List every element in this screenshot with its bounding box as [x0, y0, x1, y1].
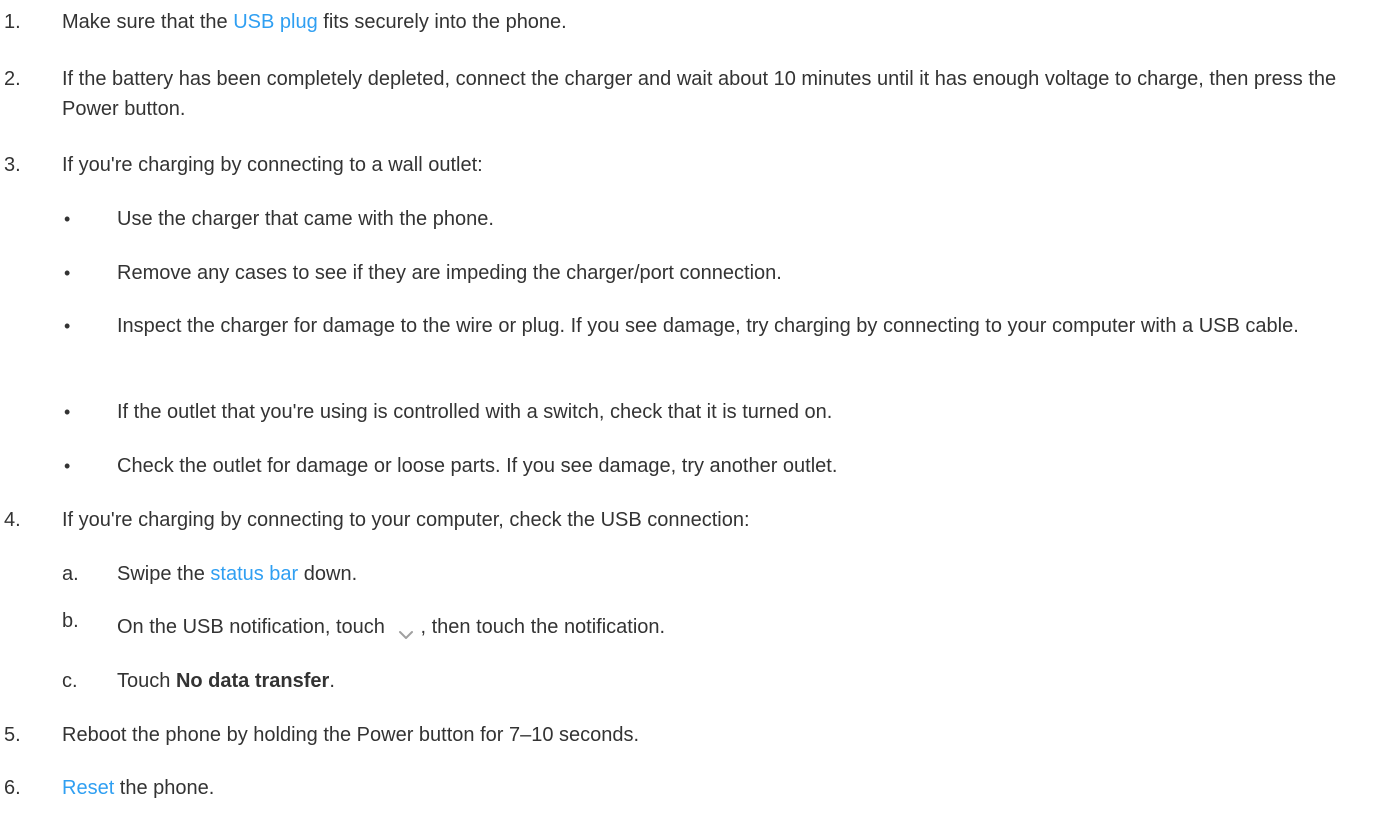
sub-step-letter: a.: [62, 563, 79, 585]
step-text: If the battery has been completely deple…: [62, 68, 1337, 120]
step-number: 1.: [4, 11, 21, 33]
bullet-text: If the outlet that you're using is contr…: [117, 401, 833, 423]
chevron-down-icon: [395, 621, 417, 639]
step-number: 6.: [4, 777, 21, 799]
reset-link[interactable]: Reset: [62, 777, 114, 799]
step-text: If you're charging by connecting to a wa…: [62, 154, 483, 176]
sub-step-letter: b.: [62, 610, 79, 632]
sub-step-text: Touch No data transfer.: [117, 666, 1379, 696]
step-text: Make sure that the USB plug fits securel…: [62, 7, 1377, 37]
bullet-text: Inspect the charger for damage to the wi…: [117, 315, 1299, 337]
status-bar-link[interactable]: status bar: [210, 563, 298, 585]
step-number: 2.: [4, 68, 21, 90]
bullet-icon: •: [64, 456, 71, 476]
step-number: 3.: [4, 154, 21, 176]
bullet-icon: •: [64, 402, 71, 422]
step-number: 4.: [4, 509, 21, 531]
no-data-transfer-label: No data transfer: [175, 670, 330, 692]
bullet-text: Remove any cases to see if they are impe…: [117, 262, 782, 284]
sub-step-post: , then touch the notification.: [420, 616, 666, 638]
sub-step-pre: On the USB notification, touch: [117, 616, 385, 638]
bullet-icon: •: [64, 263, 71, 283]
step-number: 5.: [4, 724, 21, 746]
bullet-icon: •: [64, 316, 71, 336]
bullet-icon: •: [64, 209, 71, 229]
step-text: Reboot the phone by holding the Power bu…: [62, 724, 640, 746]
usb-plug-link[interactable]: USB plug: [233, 11, 318, 33]
sub-step-text: Swipe the status bar down.: [117, 559, 1379, 589]
step-text: Reset the phone.: [62, 773, 1377, 803]
step-text-post: the phone.: [114, 777, 215, 799]
sub-step-post: down.: [298, 563, 358, 585]
sub-step-pre: Swipe the: [117, 563, 211, 585]
sub-step-post: .: [329, 670, 335, 692]
sub-step-text: On the USB notification, touch , then to…: [117, 612, 1379, 642]
step-text-pre: Make sure that the: [62, 11, 234, 33]
bullet-text: Check the outlet for damage or loose par…: [117, 455, 838, 477]
sub-step-letter: c.: [62, 670, 78, 692]
step-text: If you're charging by connecting to your…: [62, 509, 750, 531]
sub-step-pre: Touch: [117, 670, 176, 692]
bullet-text: Use the charger that came with the phone…: [117, 208, 494, 230]
step-text-post: fits securely into the phone.: [317, 11, 567, 33]
